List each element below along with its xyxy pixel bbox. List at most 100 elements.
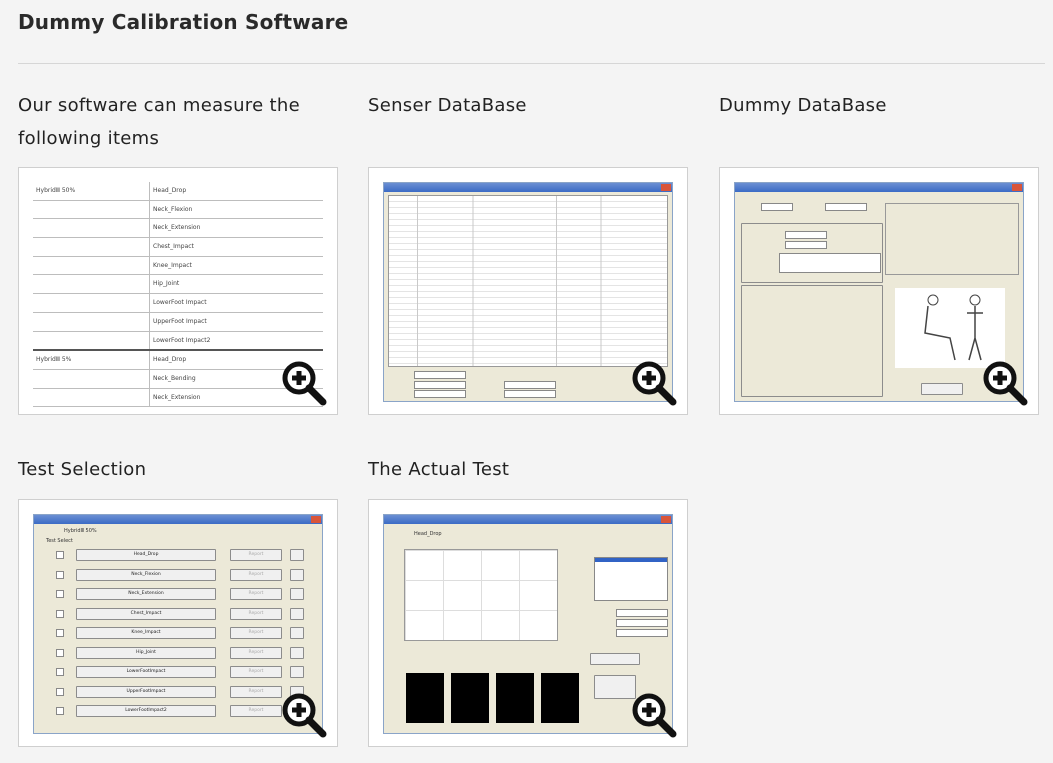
report-button: Report	[230, 666, 282, 678]
group-cell	[33, 238, 150, 256]
group-cell: HybridⅢ 50%	[33, 182, 150, 200]
item-caption: Dummy DataBase	[719, 95, 887, 116]
item-caption: The Actual Test	[368, 459, 510, 480]
measure-table: HybridⅢ 50% Head_Drop Neck_Flexion Neck_Ext…	[33, 182, 323, 408]
page-title: Dummy Calibration Software	[18, 10, 349, 34]
report-button: Report	[230, 607, 282, 620]
thumbnail-actual-test[interactable]: Head_Drop	[368, 499, 688, 747]
report-button: Report	[230, 685, 282, 698]
channel-list	[594, 557, 668, 601]
option-button	[290, 627, 304, 639]
option-button	[290, 549, 304, 561]
close-icon	[1012, 184, 1022, 191]
report-button: Report	[230, 705, 282, 717]
group-cell	[33, 294, 150, 312]
test-button: Hip_Joint	[76, 646, 216, 659]
zoom-in-icon[interactable]	[281, 692, 327, 738]
group-cell	[33, 219, 150, 238]
dummy-window	[734, 182, 1024, 402]
test-checkbox	[56, 668, 64, 676]
zoom-in-icon[interactable]	[982, 360, 1028, 406]
table-row: Knee_Impact	[33, 256, 323, 276]
table-row: Neck_Flexion	[33, 200, 323, 220]
group-cell	[33, 200, 150, 219]
test-button: Neck_Extension	[76, 588, 216, 600]
group-cell: HybridⅢ 5%	[33, 351, 150, 369]
close-icon	[661, 516, 671, 523]
group-cell	[33, 388, 150, 407]
dummy-figure-icon	[895, 288, 1005, 368]
group-cell	[33, 369, 150, 388]
test-checkbox	[56, 609, 64, 618]
item-cell: Neck_Extension	[153, 224, 201, 232]
option-button	[290, 568, 304, 581]
thumbnail-measure-items[interactable]: HybridⅢ 50% Head_Drop Neck_Flexion Neck_Ext…	[18, 167, 338, 415]
option-button	[290, 588, 304, 600]
zoom-in-icon[interactable]	[631, 360, 677, 406]
close-icon	[311, 516, 321, 523]
item-cell: Head_Drop	[153, 187, 187, 194]
table-row: LowerFoot Impact2	[33, 331, 323, 352]
report-button: Report	[230, 588, 282, 600]
test-checkbox	[56, 687, 64, 696]
option-button	[290, 666, 304, 678]
zoom-in-icon[interactable]	[281, 360, 327, 406]
waveform-plot	[404, 549, 558, 641]
table-row: UpperFoot Impact	[33, 312, 323, 332]
table-row: Hip_Joint	[33, 275, 323, 295]
report-button: Report	[230, 549, 282, 561]
option-button	[290, 646, 304, 659]
item-caption: Test Selection	[18, 459, 147, 480]
test-checkbox	[56, 551, 64, 559]
test-button: UpperFootImpact	[76, 685, 216, 698]
senser-window	[383, 182, 673, 402]
table-row: Chest_Impact	[33, 238, 323, 257]
close-icon	[661, 184, 671, 191]
item-cell: Hip_Joint	[153, 280, 180, 288]
senser-grid	[388, 195, 668, 367]
thumbnail-senser-database[interactable]	[368, 167, 688, 415]
table-row: Neck_Extension	[33, 219, 323, 239]
test-checkbox	[56, 590, 64, 598]
test-selection-window: HybridⅢ 50% Test Select Head_Drop Report N…	[33, 514, 323, 734]
gallery-item-actual-test: The Actual Test	[368, 453, 688, 486]
test-checkbox	[56, 629, 64, 637]
table-row: HybridⅢ 5% Head_Drop	[33, 351, 323, 370]
gallery-item-senser: Senser DataBase	[368, 89, 688, 122]
item-cell: LowerFoot Impact2	[153, 336, 211, 344]
test-checkbox	[56, 570, 64, 579]
test-button: Neck_Flexion	[76, 568, 216, 581]
report-button: Report	[230, 646, 282, 659]
item-cell: Neck_Flexion	[153, 205, 193, 213]
item-caption: Our software can measure the following i…	[18, 95, 300, 149]
item-cell: LowerFoot Impact	[153, 299, 207, 307]
table-row: Neck_Extension	[33, 388, 323, 408]
item-caption: Senser DataBase	[368, 95, 527, 116]
table-row: LowerFoot Impact	[33, 294, 323, 313]
gallery-item-dummy: Dummy DataBase	[719, 89, 1039, 122]
actual-test-window: Head_Drop	[383, 514, 673, 734]
test-checkbox	[56, 707, 64, 715]
group-cell	[33, 312, 150, 331]
report-button: Report	[230, 627, 282, 639]
table-row: Neck_Bending	[33, 369, 323, 389]
test-button: LowerFootImpact2	[76, 705, 216, 717]
thumbnail-test-selection[interactable]: HybridⅢ 50% Test Select Head_Drop Report N…	[18, 499, 338, 747]
item-cell: UpperFoot Impact	[153, 317, 207, 325]
test-button: Head_Drop	[76, 549, 216, 561]
test-button: Knee_Impact	[76, 627, 216, 639]
item-cell: Chest_Impact	[153, 243, 194, 251]
group-cell	[33, 331, 150, 350]
zoom-in-icon[interactable]	[631, 692, 677, 738]
gallery-item-measure: Our software can measure the following i…	[18, 89, 338, 155]
group-cell	[33, 256, 150, 275]
report-button: Report	[230, 568, 282, 581]
gallery-item-test-selection: Test Selection	[18, 453, 338, 486]
option-button	[290, 607, 304, 620]
table-row: HybridⅢ 50% Head_Drop	[33, 182, 323, 201]
header-divider	[18, 63, 1045, 64]
group-cell	[33, 275, 150, 294]
test-button: Chest_Impact	[76, 607, 216, 620]
thumbnail-dummy-database[interactable]	[719, 167, 1039, 415]
test-checkbox	[56, 648, 64, 657]
